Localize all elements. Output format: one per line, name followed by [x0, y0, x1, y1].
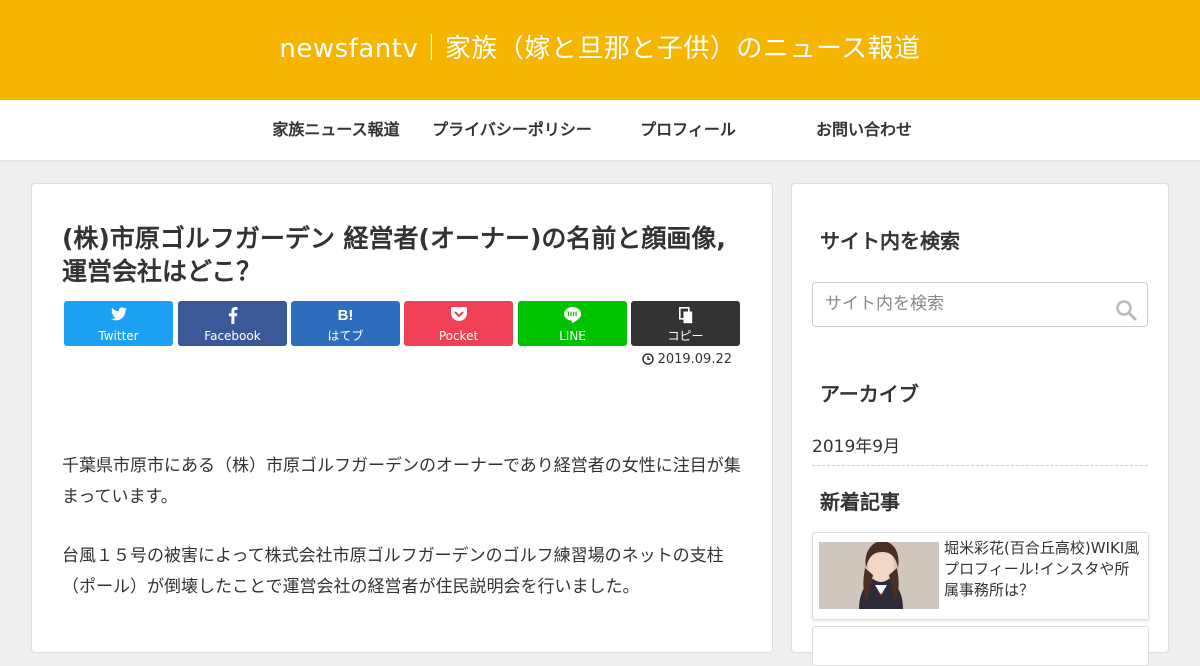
- site-header: newsfantv｜家族（嫁と旦那と子供）のニュース報道: [0, 0, 1200, 100]
- search-icon[interactable]: [1115, 295, 1137, 321]
- nav-item-profile[interactable]: プロフィール: [600, 100, 776, 160]
- global-nav: 家族ニュース報道 プライバシーポリシー プロフィール お問い合わせ: [0, 100, 1200, 160]
- article-paragraph: 台風１５号の被害によって株式会社市原ゴルフガーデンのゴルフ練習場のネットの支柱（…: [62, 546, 724, 597]
- share-hatena-button[interactable]: B! はてブ: [291, 301, 400, 346]
- article-main: (株)市原ゴルフガーデン 経営者(オーナー)の名前と顔画像,運営会社はどこ？ T…: [31, 183, 773, 653]
- share-pocket-button[interactable]: Pocket: [404, 301, 513, 346]
- nav-item-family-news[interactable]: 家族ニュース報道: [248, 100, 424, 160]
- new-post-thumbnail[interactable]: [819, 542, 939, 609]
- share-hatena-label: はてブ: [327, 329, 364, 343]
- post-date-text: 2019.09.22: [657, 352, 732, 367]
- copy-icon: [631, 307, 740, 325]
- share-facebook-label: Facebook: [204, 329, 261, 343]
- share-copy-label: コピー: [667, 329, 704, 343]
- share-twitter-button[interactable]: Twitter: [64, 301, 173, 346]
- archive-widget-title: アーカイブ: [820, 382, 919, 406]
- sidebar: サイト内を検索 サイト内を検索 アーカイブ 2019年9月 新着記事 堀米彩花(…: [791, 183, 1169, 666]
- archive-item[interactable]: 2019年9月: [812, 432, 1148, 466]
- share-copy-button[interactable]: コピー: [631, 301, 740, 346]
- search-widget-title: サイト内を検索: [820, 229, 960, 253]
- share-line-button[interactable]: LINE: [518, 301, 627, 346]
- search-placeholder: サイト内を検索: [825, 294, 944, 314]
- share-twitter-label: Twitter: [98, 329, 139, 343]
- post-date: 2019.09.22: [641, 352, 732, 367]
- hatena-icon: B!: [337, 307, 354, 324]
- search-input[interactable]: サイト内を検索: [812, 282, 1148, 327]
- share-facebook-button[interactable]: Facebook: [178, 301, 287, 346]
- clock-icon: [641, 353, 654, 365]
- new-post-card[interactable]: 堀米彩花(百合丘高校)WIKI風プロフィール!インスタや所属事務所は？: [812, 532, 1149, 620]
- article-title: (株)市原ゴルフガーデン 経営者(オーナー)の名前と顔画像,運営会社はどこ？: [62, 224, 726, 286]
- twitter-icon: [64, 307, 173, 325]
- pocket-icon: [404, 307, 513, 325]
- line-icon: [518, 307, 627, 325]
- nav-item-contact[interactable]: お問い合わせ: [776, 100, 952, 160]
- new-post-card[interactable]: [812, 626, 1149, 666]
- article-paragraph: 千葉県市原市にある（株）市原ゴルフガーデンのオーナーであり経営者の女性に注目が集…: [62, 456, 741, 507]
- share-pocket-label: Pocket: [438, 329, 479, 343]
- nav-item-privacy-policy[interactable]: プライバシーポリシー: [424, 100, 600, 160]
- facebook-icon: [178, 307, 287, 325]
- new-posts-widget-title: 新着記事: [820, 490, 900, 514]
- new-post-title[interactable]: 堀米彩花(百合丘高校)WIKI風プロフィール!インスタや所属事務所は？: [944, 538, 1144, 601]
- share-line-label: LINE: [559, 329, 586, 343]
- site-title[interactable]: newsfantv｜家族（嫁と旦那と子供）のニュース報道: [0, 28, 1200, 65]
